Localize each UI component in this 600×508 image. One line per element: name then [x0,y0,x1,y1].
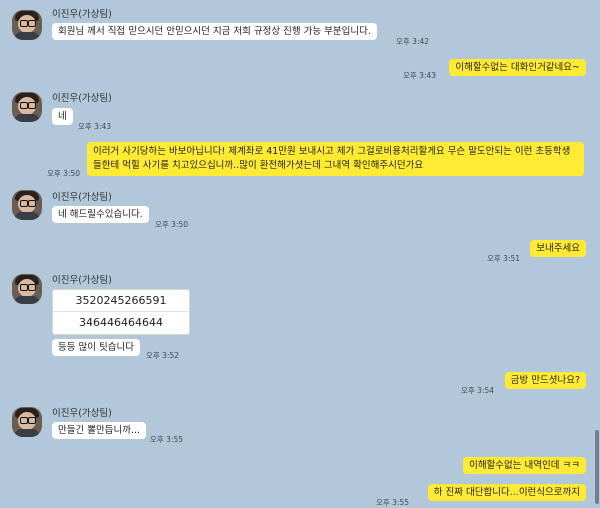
avatar[interactable] [12,92,42,122]
sender-name: 이진우(가상팀) [52,192,112,203]
account-number: 3520245266591 [53,290,189,312]
avatar[interactable] [12,274,42,304]
message-bubble: 보내주세요 [530,240,586,257]
message-time: 오후 3:51 [487,254,521,263]
message-time: 오후 3:55 [376,498,410,507]
message-bubble: 네 [52,108,73,125]
message-time: 오후 3:55 [150,435,184,444]
message-time: 오후 3:54 [461,386,495,395]
message-time: 오후 3:43 [403,71,437,80]
message-time: 오후 3:43 [78,122,112,131]
message-bubble: 이해할수없는 대화인거같네요~ [449,59,586,76]
avatar[interactable] [12,190,42,220]
message-bubble: 등등 많이 팃습니다 [52,339,140,356]
avatar[interactable] [12,407,42,437]
message-bubble: 이러거 사기당하는 바보아닙니다! 제계좌로 41만원 보내시고 제가 그걸로비… [87,142,584,176]
message-bubble: 네 해드릴수있습니다. [52,206,149,223]
message-time: 오후 3:42 [396,37,430,46]
scrollbar-thumb[interactable] [595,430,599,504]
message-bubble: 하 진짜 대단합니다...이런식으로까지 [427,484,586,501]
account-number-box: 3520245266591 346446464644 [52,289,190,335]
message-time: 오후 3:50 [47,169,81,178]
avatar[interactable] [12,10,42,40]
message-time: 오후 3:52 [146,351,180,360]
message-bubble: 금방 만드셧나요? [504,372,586,389]
sender-name: 이진우(가상팀) [52,93,112,104]
message-bubble: 이해할수없는 내역인데 ㅋㅋ [463,457,586,474]
sender-name: 이진우(가상팀) [52,408,112,419]
account-number: 346446464644 [79,316,163,329]
message-bubble: 회원님 께서 직접 믿으시던 안믿으시던 지금 저희 규정상 진행 가능 부분입… [52,23,377,40]
sender-name: 이진우(가상팀) [52,275,112,286]
message-time: 오후 3:50 [155,220,189,229]
message-bubble: 만들긴 뽈만듭니까... [52,422,146,439]
sender-name: 이진우(가상팀) [52,9,112,20]
